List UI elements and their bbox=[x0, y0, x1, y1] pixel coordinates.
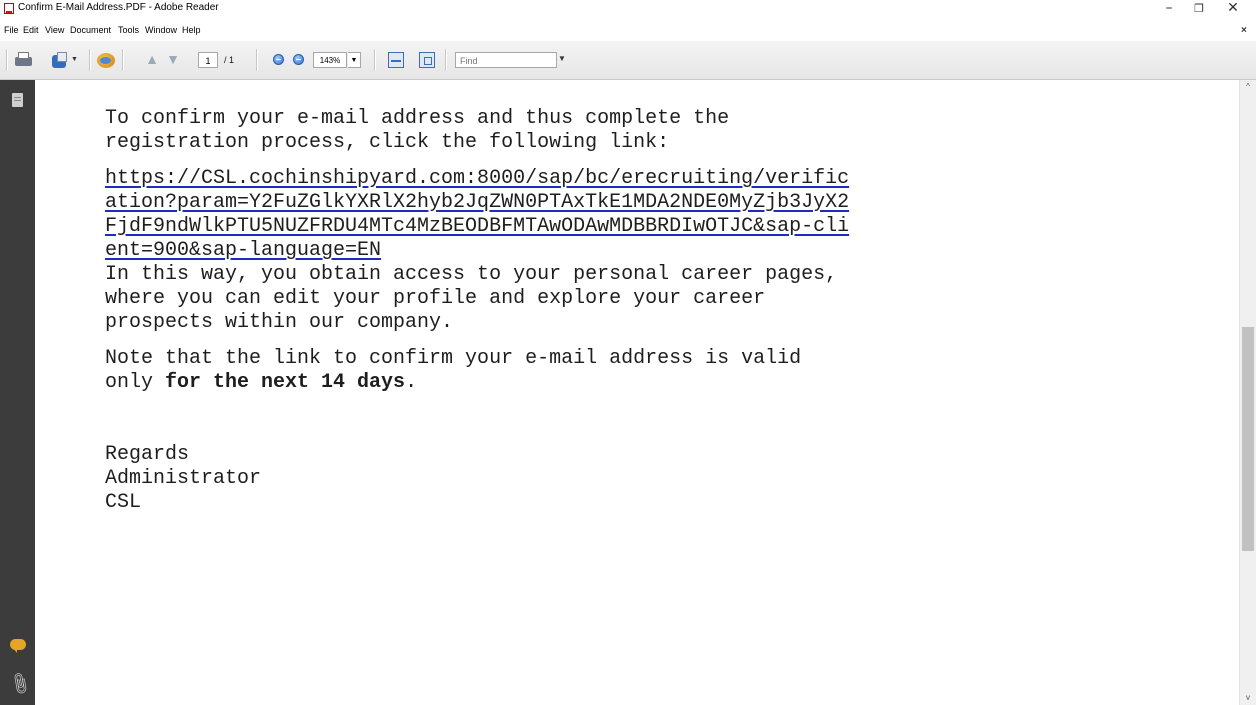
paragraph-line: prospects within our company. bbox=[105, 311, 454, 334]
document-view[interactable]: To confirm your e-mail address and thus … bbox=[35, 80, 1239, 705]
full-screen-icon[interactable] bbox=[419, 52, 435, 68]
close-document-button[interactable]: × bbox=[1241, 25, 1247, 36]
zoom-dropdown-button[interactable]: ▼ bbox=[348, 52, 361, 68]
menu-document[interactable]: Document bbox=[70, 25, 111, 35]
menu-window[interactable]: Window bbox=[145, 25, 177, 35]
toolbar-separator bbox=[256, 49, 258, 71]
window-title: Confirm E-Mail Address.PDF - Adobe Reade… bbox=[18, 2, 219, 13]
note-suffix: . bbox=[405, 371, 418, 394]
document-text: To confirm your e-mail address and thus … bbox=[105, 107, 849, 515]
pages-icon[interactable] bbox=[12, 93, 23, 107]
menu-bar: File Edit View Document Tools Window Hel… bbox=[0, 17, 1256, 41]
print-icon[interactable] bbox=[14, 51, 34, 69]
menu-tools[interactable]: Tools bbox=[118, 25, 139, 35]
menu-help[interactable]: Help bbox=[182, 25, 201, 35]
zoom-in-icon[interactable] bbox=[293, 54, 304, 65]
find-input[interactable]: Find bbox=[455, 52, 557, 68]
chevron-down-icon[interactable]: ▼ bbox=[71, 56, 78, 63]
scroll-down-arrow[interactable]: v bbox=[1240, 691, 1256, 705]
paragraph-line: registration process, click the followin… bbox=[105, 131, 670, 154]
next-page-icon[interactable]: ▼ bbox=[165, 51, 181, 67]
paragraph-line: To confirm your e-mail address and thus … bbox=[105, 107, 730, 130]
restore-button[interactable]: ❐ bbox=[1184, 0, 1214, 17]
toolbar-grip bbox=[6, 49, 8, 71]
adobe-reader-icon bbox=[4, 3, 14, 14]
zoom-level-field[interactable]: 143% bbox=[313, 52, 347, 68]
toolbar: ▼ ▲ ▼ 1 / 1 143% ▼ Find ▼ bbox=[0, 41, 1256, 80]
toolbar-separator bbox=[122, 49, 124, 71]
scroll-up-arrow[interactable]: ^ bbox=[1240, 80, 1256, 94]
signoff-line: Regards bbox=[105, 443, 190, 466]
note-prefix: only bbox=[105, 371, 166, 394]
page-number-input[interactable]: 1 bbox=[198, 52, 218, 68]
toolbar-separator bbox=[374, 49, 376, 71]
verification-link[interactable]: https://CSL.cochinshipyard.com:8000/sap/… bbox=[105, 167, 849, 190]
toolbar-separator bbox=[89, 49, 91, 71]
collaborate-icon[interactable] bbox=[96, 51, 116, 69]
signoff-line: CSL bbox=[105, 491, 142, 514]
scrollbar-thumb[interactable] bbox=[1242, 327, 1254, 551]
attachments-icon[interactable]: 📎︎ bbox=[6, 670, 34, 697]
menu-edit[interactable]: Edit bbox=[23, 25, 39, 35]
verification-link[interactable]: ation?param=Y2FuZGlkYXRlX2hyb2JqZWN0PTAx… bbox=[105, 191, 849, 214]
create-pdf-icon[interactable] bbox=[50, 51, 70, 69]
note-line: only for the next 14 days. bbox=[105, 371, 849, 395]
vertical-scrollbar[interactable]: ^ v bbox=[1239, 80, 1256, 705]
note-line: Note that the link to confirm your e-mai… bbox=[105, 347, 802, 370]
comments-icon[interactable] bbox=[10, 639, 26, 653]
zoom-out-icon[interactable] bbox=[273, 54, 284, 65]
paragraph-line: In this way, you obtain access to your p… bbox=[105, 263, 838, 286]
find-dropdown-button[interactable]: ▼ bbox=[558, 54, 566, 63]
title-bar: Confirm E-Mail Address.PDF - Adobe Reade… bbox=[0, 0, 1256, 17]
minimize-button[interactable]: – bbox=[1154, 0, 1184, 17]
close-window-button[interactable]: ✕ bbox=[1218, 0, 1248, 17]
paragraph-line: where you can edit your profile and expl… bbox=[105, 287, 766, 310]
verification-link[interactable]: FjdF9ndWlkPTU5NUZFRDU4MTc4MzBEODBFMTAwOD… bbox=[105, 215, 849, 238]
prev-page-icon[interactable]: ▲ bbox=[144, 51, 160, 67]
fit-page-icon[interactable] bbox=[388, 52, 404, 68]
menu-file[interactable]: File bbox=[4, 25, 19, 35]
note-validity: for the next 14 days bbox=[165, 371, 406, 394]
signoff-line: Administrator bbox=[105, 467, 262, 490]
menu-view[interactable]: View bbox=[45, 25, 64, 35]
navigation-panel: 📎︎ bbox=[0, 80, 35, 705]
verification-link[interactable]: ent=900&sap-language=EN bbox=[105, 239, 381, 262]
toolbar-separator bbox=[445, 49, 447, 71]
page-count: / 1 bbox=[224, 55, 235, 65]
